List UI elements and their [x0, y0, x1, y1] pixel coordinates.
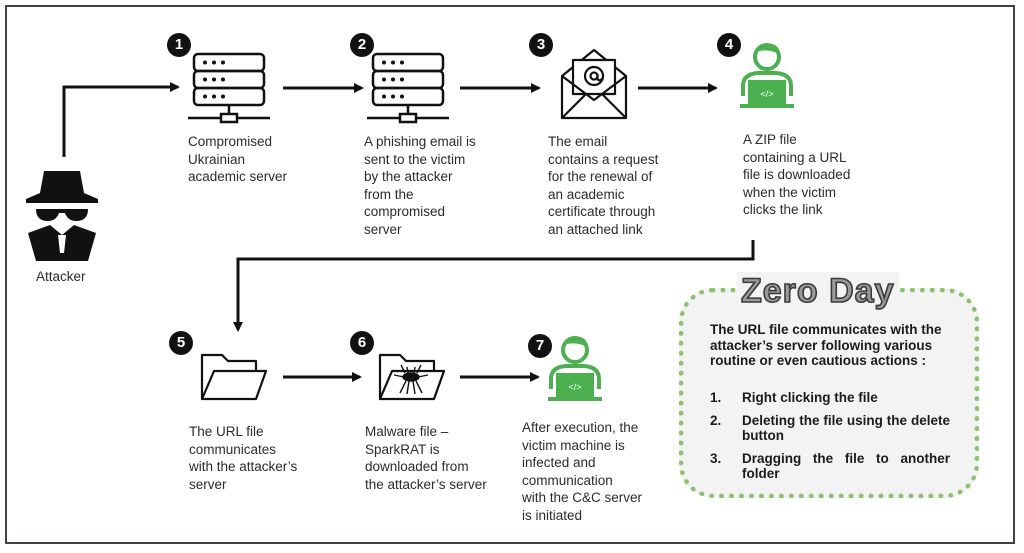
bug-icon: [393, 364, 429, 395]
step-5-caption: The URL file communicates with the attac…: [189, 424, 298, 492]
step-4-caption: A ZIP file containing a URL file is down…: [743, 132, 851, 217]
step-5-badge: 5: [169, 331, 193, 355]
email-envelope-icon: [560, 48, 628, 125]
zero-day-action-text: Right clicking the file: [742, 390, 878, 405]
step-3-badge: 3: [529, 33, 553, 57]
zero-day-action-text: Deleting the file using the delete butto…: [742, 412, 950, 444]
victim-coder-icon: </>: [546, 333, 604, 408]
attacker-label: Attacker: [36, 269, 86, 284]
zero-day-action-number: 1.: [710, 390, 722, 405]
zero-day-action-item: 3. Dragging the file to another folder: [710, 451, 950, 482]
zero-day-action-item: 2. Deleting the file using the delete bu…: [710, 413, 950, 444]
victim-coder-icon: </>: [738, 40, 796, 115]
step-6-badge: 6: [350, 331, 374, 355]
step-7-caption: After execution, the victim machine is i…: [522, 420, 643, 523]
zero-day-action-list: 1. Right clicking the file 2. Deleting t…: [710, 390, 950, 489]
zero-day-action-number: 2.: [710, 412, 722, 428]
zero-day-action-number: 3.: [710, 450, 722, 466]
server-icon: [367, 52, 449, 133]
spy-icon: [22, 163, 102, 266]
zero-day-action-text: Dragging the file to another folder: [742, 450, 950, 482]
laptop-code-glyph: </>: [760, 89, 773, 99]
zero-day-action-item: 1. Right clicking the file: [710, 390, 950, 406]
laptop-code-glyph: </>: [568, 382, 581, 392]
step-3-caption: The email contains a request for the ren…: [548, 134, 659, 237]
server-icon: [188, 52, 270, 133]
arrow-attacker-to-step1: [62, 82, 180, 157]
step-6-caption: Malware file – SparkRAT is downloaded fr…: [365, 424, 487, 492]
step-2-caption: A phishing email is sent to the victim b…: [364, 134, 476, 237]
step-1-caption: Compromised Ukrainian academic server: [188, 134, 288, 184]
open-folder-icon: [200, 351, 268, 408]
zero-day-intro: The URL file communicates with the attac…: [710, 322, 942, 368]
malware-folder-icon: [378, 351, 446, 408]
zero-day-title: Zero Day: [737, 271, 899, 311]
arrow-step4-to-step5: [233, 240, 755, 332]
